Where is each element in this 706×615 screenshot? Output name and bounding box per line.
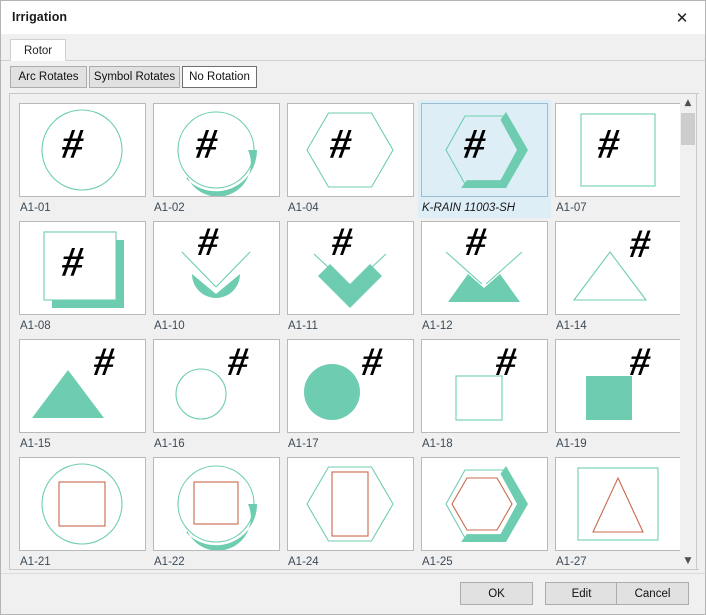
symbol-preview-hexagon-outline-arc: # xyxy=(421,103,548,197)
hash-placeholder-icon: # xyxy=(330,122,351,168)
symbol-preview-square-outline-shadow: # xyxy=(19,221,146,315)
rotation-mode-arc-rotates[interactable]: Arc Rotates xyxy=(10,66,87,88)
rotation-mode-no-rotation[interactable]: No Rotation xyxy=(182,66,257,88)
symbol-label: A1-22 xyxy=(154,556,185,568)
symbol-cell[interactable]: # K-RAIN 11003-SH xyxy=(418,100,551,218)
symbol-label: A1-14 xyxy=(556,320,587,332)
symbol-cell[interactable]: A1-24 xyxy=(284,454,417,569)
gallery-scrollbar[interactable]: ▲ ▼ xyxy=(680,93,697,570)
symbol-label: A1-08 xyxy=(20,320,51,332)
symbol-preview-circle-outline-small: # xyxy=(153,339,280,433)
symbol-gallery[interactable]: # A1-01 # A1-02 # A1-04 # K-RAIN 11003-SH # A1-07… xyxy=(9,93,699,570)
symbol-preview-square-filled: # xyxy=(555,339,682,433)
hash-placeholder-icon: # xyxy=(332,221,352,264)
symbol-label: A1-18 xyxy=(422,438,453,450)
chevron-up-icon[interactable]: ▲ xyxy=(680,94,696,111)
symbol-cell[interactable]: A1-21 xyxy=(16,454,149,569)
symbol-preview-pac-circle-rays: # xyxy=(153,221,280,315)
irrigation-dialog: Irrigation ✕ Rotor Arc Rotates Symbol Rot… xyxy=(0,0,706,615)
symbol-cell[interactable]: # A1-07 xyxy=(552,100,685,218)
symbol-cell[interactable]: # A1-16 xyxy=(150,336,283,454)
hash-placeholder-icon: # xyxy=(598,122,619,168)
scrollbar-track[interactable] xyxy=(680,111,696,552)
symbol-label: A1-27 xyxy=(556,556,587,568)
symbol-preview-square-outline: # xyxy=(555,103,682,197)
symbol-preview-circle-arc-with-square xyxy=(153,457,280,551)
rotation-mode-symbol-rotates[interactable]: Symbol Rotates xyxy=(89,66,180,88)
symbol-label: A1-07 xyxy=(556,202,587,214)
symbol-preview-hexagon-with-rect xyxy=(287,457,414,551)
symbol-cell[interactable]: # A1-10 xyxy=(150,218,283,336)
symbol-cell[interactable]: # A1-11 xyxy=(284,218,417,336)
symbol-cell[interactable]: # A1-17 xyxy=(284,336,417,454)
symbol-label: A1-16 xyxy=(154,438,185,450)
chevron-down-icon[interactable]: ▼ xyxy=(680,552,696,569)
symbol-label: A1-02 xyxy=(154,202,185,214)
edit-button[interactable]: Edit xyxy=(545,582,618,605)
symbol-label: A1-12 xyxy=(422,320,453,332)
symbol-preview-circle-outline: # xyxy=(19,103,146,197)
hash-placeholder-icon: # xyxy=(630,221,650,266)
symbol-preview-chevron-rays: # xyxy=(287,221,414,315)
tab-strip: Rotor xyxy=(1,34,705,61)
symbol-cell[interactable]: # A1-19 xyxy=(552,336,685,454)
symbol-preview-circle-outline-arc: # xyxy=(153,103,280,197)
symbol-label: A1-24 xyxy=(288,556,319,568)
symbol-cell[interactable]: # A1-14 xyxy=(552,218,685,336)
symbol-preview-circle-with-square xyxy=(19,457,146,551)
hash-placeholder-icon: # xyxy=(62,240,83,286)
symbol-preview-circle-filled: # xyxy=(287,339,414,433)
symbol-cell[interactable]: A1-25 xyxy=(418,454,551,569)
symbol-cell[interactable]: # A1-02 xyxy=(150,100,283,218)
hash-placeholder-icon: # xyxy=(496,339,516,384)
hash-placeholder-icon: # xyxy=(464,122,485,168)
symbol-preview-triangle-filled: # xyxy=(19,339,146,433)
hash-placeholder-icon: # xyxy=(198,221,218,264)
symbol-label: A1-15 xyxy=(20,438,51,450)
symbol-label: A1-01 xyxy=(20,202,51,214)
symbol-preview-square-with-triangle xyxy=(555,457,682,551)
symbol-label: A1-10 xyxy=(154,320,185,332)
symbol-preview-hexagon-arc-with-hexagon xyxy=(421,457,548,551)
symbol-cell[interactable]: # A1-18 xyxy=(418,336,551,454)
hash-placeholder-icon: # xyxy=(62,122,83,168)
tab-rotor[interactable]: Rotor xyxy=(10,39,67,61)
symbol-cell[interactable]: # A1-12 xyxy=(418,218,551,336)
symbol-label: A1-17 xyxy=(288,438,319,450)
dialog-footer: OK Edit Cancel xyxy=(1,573,705,614)
ok-button[interactable]: OK xyxy=(460,582,533,605)
symbol-label: A1-21 xyxy=(20,556,51,568)
symbol-cell[interactable]: # A1-04 xyxy=(284,100,417,218)
hash-placeholder-icon: # xyxy=(362,339,382,384)
close-icon[interactable]: ✕ xyxy=(659,1,705,34)
symbol-preview-double-mountain-rays: # xyxy=(421,221,548,315)
symbol-label: K-RAIN 11003-SH xyxy=(422,202,516,214)
symbol-label: A1-11 xyxy=(288,320,318,332)
cancel-button[interactable]: Cancel xyxy=(616,582,689,605)
title-bar: Irrigation ✕ xyxy=(1,1,705,34)
symbol-label: A1-19 xyxy=(556,438,587,450)
symbol-cell[interactable]: A1-27 xyxy=(552,454,685,569)
symbol-cell[interactable]: # A1-15 xyxy=(16,336,149,454)
hash-placeholder-icon: # xyxy=(466,221,486,264)
scrollbar-thumb[interactable] xyxy=(681,113,695,145)
hash-placeholder-icon: # xyxy=(630,339,650,384)
symbol-preview-square-outline-small: # xyxy=(421,339,548,433)
hash-placeholder-icon: # xyxy=(228,339,248,384)
symbol-label: A1-25 xyxy=(422,556,453,568)
symbol-preview-triangle-outline: # xyxy=(555,221,682,315)
symbol-preview-hexagon-outline: # xyxy=(287,103,414,197)
symbol-cell[interactable]: # A1-01 xyxy=(16,100,149,218)
page-title: Irrigation xyxy=(12,10,68,24)
hash-placeholder-icon: # xyxy=(196,122,217,168)
symbol-cell[interactable]: # A1-08 xyxy=(16,218,149,336)
rotation-mode-bar: Arc Rotates Symbol Rotates No Rotation xyxy=(1,61,705,91)
hash-placeholder-icon: # xyxy=(94,339,114,384)
symbol-cell[interactable]: A1-22 xyxy=(150,454,283,569)
symbol-label: A1-04 xyxy=(288,202,319,214)
